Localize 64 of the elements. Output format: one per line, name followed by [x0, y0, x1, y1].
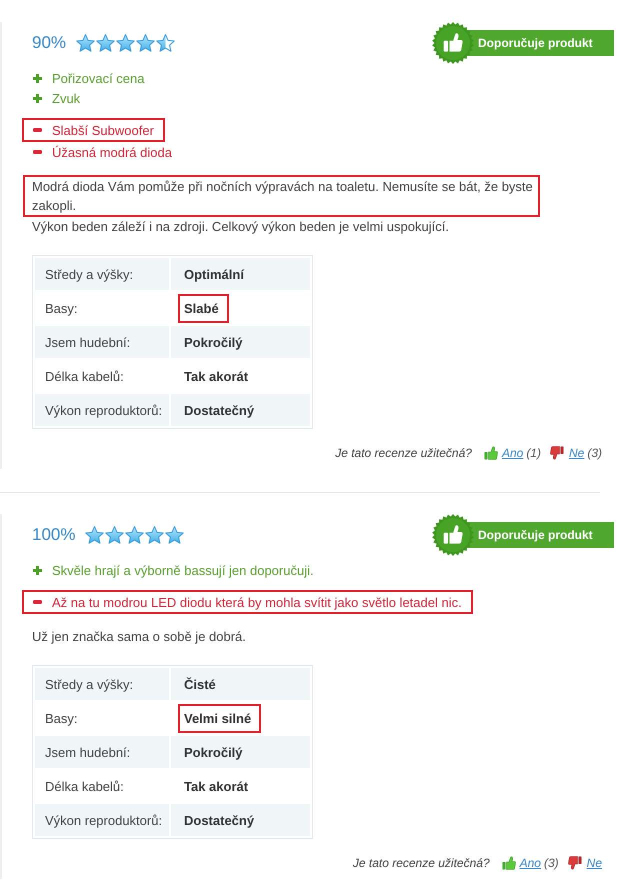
spec-label: Délka kabelů: [45, 778, 124, 794]
review-text: Výkon beden záleží i na zdroji. Celkový výkon beden je velmi uspokující. [32, 218, 450, 236]
rating-percent: 90% [32, 32, 66, 54]
spec-value: Slabé [178, 294, 229, 322]
star-icon [136, 34, 156, 52]
spec-value: Tak akorát [184, 778, 248, 794]
yes-count: (1) [526, 446, 541, 460]
star-icon [125, 526, 144, 544]
spec-label: Basy: [45, 710, 78, 726]
rating-percent: 100% [32, 524, 76, 546]
review-text: Modrá dioda Vám pomůže při nočních výpravách na toaletu. Nemusíte se bát, že byste zakopli. [23, 175, 540, 217]
spec-value: Dostatečný [184, 812, 254, 828]
plus-icon [33, 566, 42, 574]
star-icon [85, 526, 104, 544]
minus-icon [33, 128, 42, 132]
badge-label: Doporučuje produkt [478, 36, 593, 50]
spec-value: Velmi silné [178, 704, 262, 732]
helpful-question: Je tato recenze užitečná? [335, 446, 472, 460]
badge-label: Doporučuje produkt [478, 528, 593, 542]
spec-label: Délka kabelů: [45, 368, 124, 384]
spec-label: Basy: [45, 300, 78, 316]
star-icon [96, 34, 116, 52]
spec-label: Výkon reproduktorů: [45, 812, 162, 828]
spec-label: Jsem hudební: [45, 744, 130, 760]
star-icon [165, 526, 184, 544]
thumbs-down-icon[interactable] [550, 446, 564, 460]
thumbs-down-icon[interactable] [568, 856, 582, 870]
thumbs-up-seal-icon [432, 22, 474, 64]
yes-count: (3) [544, 856, 559, 870]
pro-text: Zvuk [52, 90, 80, 106]
spec-label: Středy a výšky: [45, 266, 134, 282]
spec-label: Výkon reproduktorů: [45, 402, 162, 418]
review-text: Už jen značka sama o sobě je dobrá. [32, 628, 247, 646]
con-text: Slabší Subwoofer [52, 122, 154, 138]
con-text: Úžasná modrá dioda [52, 144, 172, 160]
plus-icon [33, 94, 42, 102]
helpful-question: Je tato recenze užitečná? [352, 856, 490, 870]
star-icon [116, 34, 136, 52]
yes-link[interactable]: Ano [502, 446, 524, 460]
minus-icon [33, 600, 42, 604]
star-icon [156, 34, 176, 52]
spec-value: Dostatečný [184, 402, 254, 418]
no-link[interactable]: Ne [568, 446, 584, 460]
spec-value: Optimální [184, 266, 244, 282]
spec-label: Středy a výšky: [45, 676, 134, 692]
plus-icon [33, 74, 42, 82]
spec-value: Čisté [184, 676, 216, 692]
spec-value: Pokročilý [184, 334, 243, 350]
spec-value: Tak akorát [184, 368, 248, 384]
star-icon [145, 526, 164, 544]
thumbs-up-icon[interactable] [502, 856, 516, 870]
spec-label: Jsem hudební: [45, 334, 130, 350]
star-icon [76, 34, 96, 52]
thumbs-up-seal-icon [432, 514, 474, 556]
thumbs-up-icon[interactable] [484, 446, 498, 460]
star-icon [105, 526, 124, 544]
no-link[interactable]: Ne [586, 856, 602, 870]
yes-link[interactable]: Ano [520, 856, 541, 870]
spec-value: Pokročilý [184, 744, 243, 760]
minus-icon [33, 150, 42, 154]
no-count: (3) [587, 446, 602, 460]
pro-text: Skvěle hrají a výborně bassují jen doporučuji. [52, 562, 314, 578]
pro-text: Pořizovací cena [52, 70, 144, 86]
con-text: Až na tu modrou LED diodu která by mohla svítit jako světlo letadel nic. [52, 594, 462, 610]
